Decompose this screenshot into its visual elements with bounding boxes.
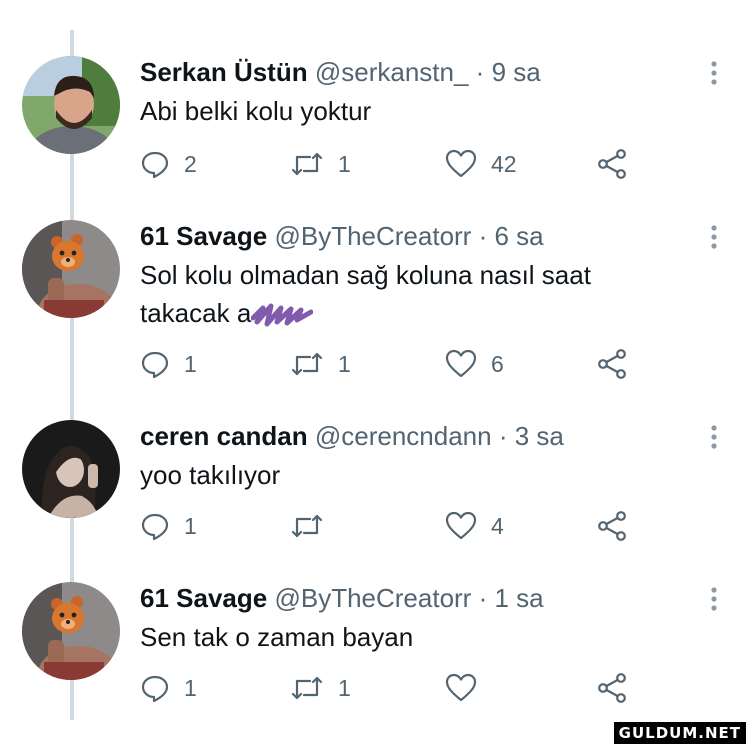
share-button[interactable] (596, 508, 628, 544)
reply-button[interactable]: 1 (140, 346, 197, 382)
timestamp[interactable]: 9 sa (492, 57, 541, 87)
tweet-text: Sol kolu olmadan sağ koluna nasıl saat t… (140, 256, 700, 332)
separator-dot: · (475, 57, 485, 87)
like-icon (445, 349, 477, 378)
retweet-icon (291, 514, 323, 538)
tweet-header: 61 Savage @ByTheCreatorr · 6 sa (140, 220, 544, 252)
reply-button[interactable]: 1 (140, 670, 197, 706)
like-count: 42 (491, 150, 517, 177)
display-name[interactable]: ceren candan (140, 421, 308, 451)
retweet-button[interactable]: 1 (290, 346, 351, 382)
more-options-icon[interactable] (700, 222, 728, 252)
reply-tweet[interactable]: 61 Savage @ByTheCreatorr · 1 sa Sen tak … (0, 582, 750, 742)
reply-button[interactable]: 2 (140, 146, 197, 182)
reply-count: 1 (184, 674, 197, 701)
retweet-count: 1 (338, 674, 351, 701)
share-button[interactable] (596, 346, 628, 382)
avatar[interactable] (22, 420, 120, 518)
bear-mask-avatar (22, 582, 120, 680)
reply-icon (141, 151, 169, 179)
retweet-count: 1 (338, 350, 351, 377)
tweet-text-line: Sol kolu olmadan sağ koluna nasıl saat (140, 260, 591, 290)
reply-icon (141, 351, 169, 379)
avatar[interactable] (22, 56, 120, 154)
reply-button[interactable]: 1 (140, 508, 197, 544)
reply-tweet[interactable]: Serkan Üstün @serkanstn_ · 9 sa Abi belk… (0, 56, 750, 216)
like-count: 6 (491, 350, 504, 377)
retweet-button[interactable]: 1 (290, 670, 351, 706)
tweet-header: ceren candan @cerencndann · 3 sa (140, 420, 564, 452)
share-icon (598, 349, 626, 379)
user-handle[interactable]: @serkanstn_ (315, 57, 469, 87)
like-icon (445, 673, 477, 702)
display-name[interactable]: Serkan Üstün (140, 57, 308, 87)
share-icon (598, 673, 626, 703)
more-options-icon[interactable] (700, 584, 728, 614)
tweet-text-line: takacak a (140, 294, 700, 332)
user-handle[interactable]: @ByTheCreatorr (274, 583, 471, 613)
tweet-text: Sen tak o zaman bayan (140, 622, 414, 652)
tweet-text: yoo takılıyor (140, 460, 281, 490)
display-name[interactable]: 61 Savage (140, 583, 267, 613)
action-bar: 1 1 6 (140, 346, 640, 382)
avatar[interactable] (22, 220, 120, 318)
like-icon (445, 149, 477, 178)
censor-scribble (251, 303, 314, 327)
action-bar: 1 4 (140, 508, 640, 544)
share-icon (598, 149, 626, 179)
reply-icon (141, 675, 169, 703)
like-button[interactable]: 6 (445, 346, 504, 382)
retweet-button[interactable]: 1 (290, 146, 351, 182)
display-name[interactable]: 61 Savage (140, 221, 267, 251)
tweet-text: Abi belki kolu yoktur (140, 96, 372, 126)
retweet-icon (291, 676, 323, 700)
separator-dot: · (498, 421, 508, 451)
timestamp[interactable]: 3 sa (515, 421, 564, 451)
retweet-icon (291, 152, 323, 176)
retweet-button[interactable] (290, 508, 338, 544)
retweet-icon (291, 352, 323, 376)
retweet-count: 1 (338, 150, 351, 177)
avatar[interactable] (22, 582, 120, 680)
timestamp[interactable]: 6 sa (495, 221, 544, 251)
action-bar: 2 1 42 (140, 146, 640, 182)
more-options-icon[interactable] (700, 422, 728, 452)
like-count: 4 (491, 512, 504, 539)
bear-mask-avatar (22, 220, 120, 318)
timestamp[interactable]: 1 sa (495, 583, 544, 613)
separator-dot: · (478, 583, 488, 613)
woman-portrait-avatar (22, 420, 120, 518)
user-handle[interactable]: @ByTheCreatorr (274, 221, 471, 251)
share-icon (598, 511, 626, 541)
site-watermark: GULDUM.NET (613, 722, 746, 744)
more-options-icon[interactable] (700, 58, 728, 88)
reply-count: 1 (184, 350, 197, 377)
action-bar: 1 1 (140, 670, 640, 706)
share-button[interactable] (596, 670, 628, 706)
like-button[interactable]: 4 (445, 508, 504, 544)
tweet-header: Serkan Üstün @serkanstn_ · 9 sa (140, 56, 541, 88)
reply-tweet[interactable]: ceren candan @cerencndann · 3 sa yoo tak… (0, 420, 750, 580)
reply-count: 2 (184, 150, 197, 177)
share-button[interactable] (596, 146, 628, 182)
separator-dot: · (478, 221, 488, 251)
like-button[interactable]: 42 (445, 146, 517, 182)
tweet-header: 61 Savage @ByTheCreatorr · 1 sa (140, 582, 544, 614)
like-button[interactable] (445, 670, 491, 706)
reply-count: 1 (184, 512, 197, 539)
reply-icon (141, 513, 169, 541)
reply-tweet[interactable]: 61 Savage @ByTheCreatorr · 6 sa Sol kolu… (0, 220, 750, 400)
tweet-text-fragment: takacak a (140, 298, 252, 328)
like-icon (445, 511, 477, 540)
user-handle[interactable]: @cerencndann (315, 421, 492, 451)
man-portrait-avatar (22, 56, 120, 154)
